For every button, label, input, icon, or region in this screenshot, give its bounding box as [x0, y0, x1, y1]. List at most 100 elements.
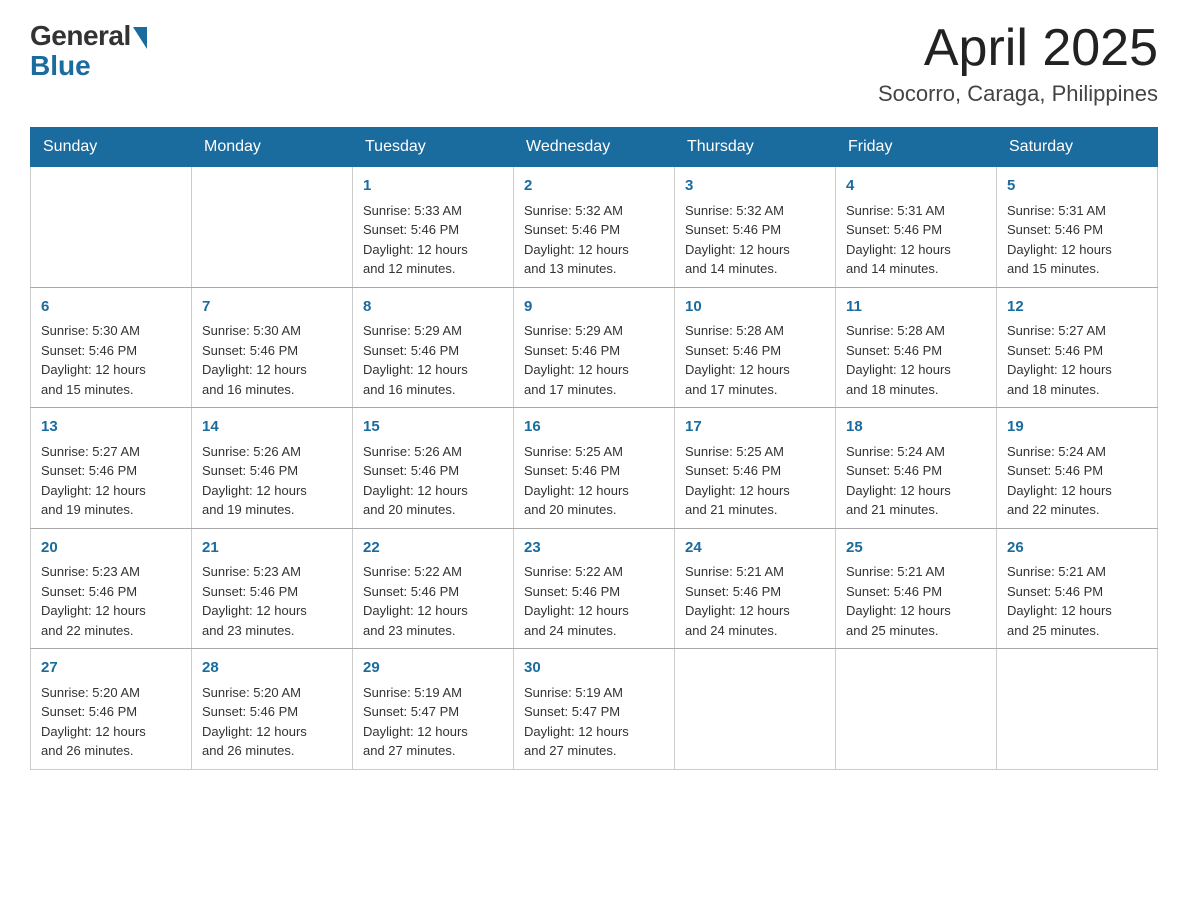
calendar-table: SundayMondayTuesdayWednesdayThursdayFrid…: [30, 127, 1158, 770]
calendar-cell: [31, 167, 192, 288]
calendar-cell: 11Sunrise: 5:28 AMSunset: 5:46 PMDayligh…: [836, 287, 997, 408]
weekday-header-wednesday: Wednesday: [514, 128, 675, 167]
day-number: 17: [685, 416, 825, 439]
day-number: 9: [524, 296, 664, 319]
day-info: Sunrise: 5:25 AM: [685, 442, 825, 462]
calendar-cell: 3Sunrise: 5:32 AMSunset: 5:46 PMDaylight…: [675, 167, 836, 288]
calendar-cell: 6Sunrise: 5:30 AMSunset: 5:46 PMDaylight…: [31, 287, 192, 408]
day-info: Sunset: 5:46 PM: [1007, 582, 1147, 602]
day-info: Sunrise: 5:32 AM: [524, 201, 664, 221]
day-info: Sunset: 5:46 PM: [363, 341, 503, 361]
day-info: and 12 minutes.: [363, 259, 503, 279]
calendar-cell: 4Sunrise: 5:31 AMSunset: 5:46 PMDaylight…: [836, 167, 997, 288]
day-info: and 20 minutes.: [363, 500, 503, 520]
day-info: and 27 minutes.: [524, 741, 664, 761]
calendar-cell: [836, 649, 997, 770]
day-info: and 23 minutes.: [202, 621, 342, 641]
day-info: and 15 minutes.: [41, 380, 181, 400]
day-info: and 19 minutes.: [41, 500, 181, 520]
day-number: 29: [363, 657, 503, 680]
day-info: Daylight: 12 hours: [41, 360, 181, 380]
week-row-1: 1Sunrise: 5:33 AMSunset: 5:46 PMDaylight…: [31, 167, 1158, 288]
day-info: Daylight: 12 hours: [202, 601, 342, 621]
weekday-header-tuesday: Tuesday: [353, 128, 514, 167]
day-info: and 16 minutes.: [202, 380, 342, 400]
day-info: and 18 minutes.: [1007, 380, 1147, 400]
day-number: 16: [524, 416, 664, 439]
day-info: and 25 minutes.: [1007, 621, 1147, 641]
day-info: Sunset: 5:46 PM: [685, 341, 825, 361]
day-number: 6: [41, 296, 181, 319]
calendar-cell: 8Sunrise: 5:29 AMSunset: 5:46 PMDaylight…: [353, 287, 514, 408]
day-number: 2: [524, 175, 664, 198]
day-number: 15: [363, 416, 503, 439]
calendar-cell: 27Sunrise: 5:20 AMSunset: 5:46 PMDayligh…: [31, 649, 192, 770]
weekday-header-friday: Friday: [836, 128, 997, 167]
day-info: and 25 minutes.: [846, 621, 986, 641]
location-title: Socorro, Caraga, Philippines: [878, 81, 1158, 107]
weekday-header-saturday: Saturday: [997, 128, 1158, 167]
day-info: and 18 minutes.: [846, 380, 986, 400]
calendar-cell: 19Sunrise: 5:24 AMSunset: 5:46 PMDayligh…: [997, 408, 1158, 529]
day-info: Daylight: 12 hours: [685, 360, 825, 380]
day-info: Sunset: 5:46 PM: [41, 461, 181, 481]
day-info: Sunrise: 5:21 AM: [685, 562, 825, 582]
day-info: Sunset: 5:46 PM: [363, 220, 503, 240]
calendar-cell: 25Sunrise: 5:21 AMSunset: 5:46 PMDayligh…: [836, 528, 997, 649]
day-info: Sunset: 5:46 PM: [524, 582, 664, 602]
day-info: and 24 minutes.: [524, 621, 664, 641]
day-info: and 15 minutes.: [1007, 259, 1147, 279]
day-number: 3: [685, 175, 825, 198]
day-number: 30: [524, 657, 664, 680]
day-info: Sunrise: 5:29 AM: [363, 321, 503, 341]
day-info: Sunset: 5:46 PM: [202, 341, 342, 361]
day-info: Sunrise: 5:28 AM: [846, 321, 986, 341]
calendar-cell: 10Sunrise: 5:28 AMSunset: 5:46 PMDayligh…: [675, 287, 836, 408]
calendar-cell: 22Sunrise: 5:22 AMSunset: 5:46 PMDayligh…: [353, 528, 514, 649]
day-number: 21: [202, 537, 342, 560]
day-number: 14: [202, 416, 342, 439]
calendar-cell: 12Sunrise: 5:27 AMSunset: 5:46 PMDayligh…: [997, 287, 1158, 408]
calendar-cell: 5Sunrise: 5:31 AMSunset: 5:46 PMDaylight…: [997, 167, 1158, 288]
day-info: Sunrise: 5:21 AM: [846, 562, 986, 582]
calendar-cell: 7Sunrise: 5:30 AMSunset: 5:46 PMDaylight…: [192, 287, 353, 408]
day-info: Daylight: 12 hours: [846, 360, 986, 380]
day-number: 7: [202, 296, 342, 319]
day-number: 1: [363, 175, 503, 198]
calendar-cell: 1Sunrise: 5:33 AMSunset: 5:46 PMDaylight…: [353, 167, 514, 288]
day-info: Sunset: 5:46 PM: [202, 702, 342, 722]
day-info: Daylight: 12 hours: [524, 722, 664, 742]
day-info: and 22 minutes.: [1007, 500, 1147, 520]
day-number: 10: [685, 296, 825, 319]
calendar-cell: 30Sunrise: 5:19 AMSunset: 5:47 PMDayligh…: [514, 649, 675, 770]
day-info: Sunrise: 5:31 AM: [846, 201, 986, 221]
day-info: Daylight: 12 hours: [363, 240, 503, 260]
day-number: 24: [685, 537, 825, 560]
day-info: and 22 minutes.: [41, 621, 181, 641]
day-info: Daylight: 12 hours: [685, 240, 825, 260]
calendar-cell: 17Sunrise: 5:25 AMSunset: 5:46 PMDayligh…: [675, 408, 836, 529]
day-info: Sunrise: 5:22 AM: [524, 562, 664, 582]
day-info: Sunset: 5:46 PM: [202, 461, 342, 481]
day-info: Sunrise: 5:23 AM: [202, 562, 342, 582]
day-info: and 21 minutes.: [846, 500, 986, 520]
calendar-cell: 20Sunrise: 5:23 AMSunset: 5:46 PMDayligh…: [31, 528, 192, 649]
day-info: Sunset: 5:46 PM: [846, 220, 986, 240]
calendar-cell: 14Sunrise: 5:26 AMSunset: 5:46 PMDayligh…: [192, 408, 353, 529]
day-info: Sunrise: 5:29 AM: [524, 321, 664, 341]
day-info: Sunrise: 5:28 AM: [685, 321, 825, 341]
day-info: Daylight: 12 hours: [846, 240, 986, 260]
day-info: Sunset: 5:46 PM: [685, 461, 825, 481]
day-number: 20: [41, 537, 181, 560]
day-info: Sunrise: 5:20 AM: [202, 683, 342, 703]
day-info: Sunrise: 5:27 AM: [1007, 321, 1147, 341]
day-info: Sunrise: 5:22 AM: [363, 562, 503, 582]
day-info: Sunset: 5:46 PM: [202, 582, 342, 602]
calendar-cell: [192, 167, 353, 288]
day-info: Sunrise: 5:21 AM: [1007, 562, 1147, 582]
day-info: and 20 minutes.: [524, 500, 664, 520]
day-info: Daylight: 12 hours: [524, 481, 664, 501]
day-info: Sunrise: 5:30 AM: [202, 321, 342, 341]
day-info: Daylight: 12 hours: [363, 722, 503, 742]
day-info: Sunset: 5:46 PM: [1007, 220, 1147, 240]
